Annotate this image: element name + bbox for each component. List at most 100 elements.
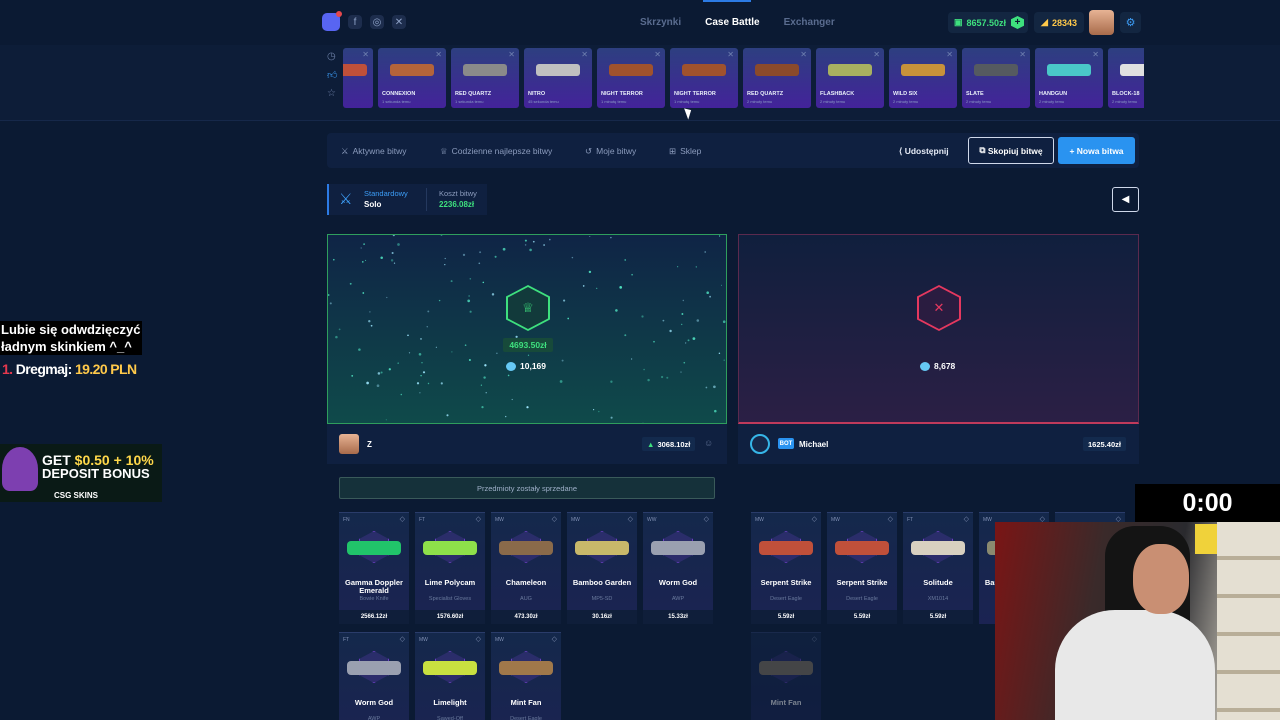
item-card[interactable]: ◇ Mint Fan (751, 632, 821, 720)
item-image (423, 661, 477, 675)
gems-left-value: 10,169 (520, 361, 546, 371)
coins-display[interactable]: ◢ 28343 (1034, 12, 1084, 33)
star-dot (333, 258, 335, 261)
x-icon[interactable]: ✕ (392, 15, 406, 29)
close-icon[interactable]: ✕ (1019, 50, 1026, 59)
item-card[interactable]: MW ◇ Chameleon AUG 473.30zł (491, 512, 561, 624)
drop-card[interactable]: ✕ CONNEXION 1 sekunda temu (378, 48, 446, 108)
deposit-plus-icon[interactable]: + (1011, 16, 1024, 29)
new-battle-button[interactable]: + Nowa bitwa (1058, 137, 1135, 164)
star-dot (714, 409, 717, 413)
clock-icon[interactable]: ◷ (327, 51, 337, 62)
webcam-overlay (995, 522, 1280, 720)
drop-card[interactable]: ✕ NIGHT TERROR 1 minutę temu (597, 48, 665, 108)
star-dot (677, 266, 679, 268)
player-value-text: 1625.40zł (1088, 439, 1121, 449)
item-image (499, 541, 553, 555)
close-icon[interactable]: ✕ (873, 50, 880, 59)
emoji-icon[interactable]: ☺ (704, 438, 713, 448)
item-card[interactable]: MW ◇ Bamboo Garden MP5-SD 30.16zł (567, 512, 637, 624)
drop-card[interactable]: ✕ WILD SIX 2 minuty temu (889, 48, 957, 108)
close-icon[interactable]: ✕ (946, 50, 953, 59)
item-card[interactable]: MW ◇ Serpent Strike Desert Eagle 5.59zł (751, 512, 821, 624)
item-card[interactable]: MW ◇ Limelight Sawed-Off (415, 632, 485, 720)
star-dot (386, 296, 388, 299)
tab-skrzynki[interactable]: Skrzynki (640, 17, 681, 28)
star-dot (630, 358, 633, 360)
daily-best-link[interactable]: ♕ Codzienne najlepsze bitwy (440, 146, 552, 157)
star-dot (361, 261, 364, 263)
drop-card[interactable]: ✕ (343, 48, 373, 108)
drop-card[interactable]: ✕ NIGHT TERROR 1 minutę temu (670, 48, 738, 108)
close-icon[interactable]: ✕ (508, 50, 515, 59)
star-dot (438, 299, 441, 302)
drop-card[interactable]: ✕ RED QUARTZ 1 sekunda temu (451, 48, 519, 108)
drop-card[interactable]: ✕ SLATE 2 minuty temu (962, 48, 1030, 108)
star-dot (446, 414, 449, 417)
close-icon[interactable]: ✕ (362, 50, 369, 59)
item-card[interactable]: FT ◇ Lime Polycam Specialist Gloves 1576.60z… (415, 512, 485, 624)
my-battles-link[interactable]: ↺ Moje bitwy (585, 146, 636, 157)
item-type: AWP (367, 716, 381, 720)
social-links: f ◎ ✕ (322, 11, 406, 31)
close-icon[interactable]: ✕ (654, 50, 661, 59)
star-dot (478, 262, 481, 265)
item-card[interactable]: WW ◇ Worm God AWP 15.33zł (643, 512, 713, 624)
drop-card[interactable]: ✕ NITRO 45 sekunda temu (524, 48, 592, 108)
drops-list: ✕ ✕ CONNEXION 1 sekunda temu ✕ RED QUARTZ 1 se… (343, 48, 1144, 108)
item-price: 473.30zł (491, 610, 561, 624)
facebook-icon[interactable]: f (348, 15, 362, 29)
star-dot (440, 235, 443, 236)
share-button[interactable]: ⟨ Udostępnij (899, 146, 949, 157)
star-dot (643, 368, 645, 371)
tab-case-battle[interactable]: Case Battle (705, 17, 759, 28)
avatar[interactable] (339, 434, 359, 454)
copy-icon: ⧉ (979, 145, 988, 155)
swords-icon: ⚔ (339, 191, 353, 208)
item-card[interactable]: FN ◇ Gamma Doppler Emerald Bowie Knife 2566.… (339, 512, 409, 624)
star-dot (435, 346, 437, 348)
instagram-icon[interactable]: ◎ (370, 15, 384, 29)
star-dot (720, 284, 723, 286)
star-icon[interactable]: ☆ (327, 88, 337, 99)
item-card[interactable]: MW ◇ Mint Fan Desert Eagle (491, 632, 561, 720)
star-dot (376, 384, 380, 388)
drop-card[interactable]: ✕ RED QUARTZ 2 minuty temu (743, 48, 811, 108)
drop-card[interactable]: ✕BLOCK-182 minuty temu (1108, 48, 1144, 108)
star-dot (484, 364, 487, 367)
shop-link[interactable]: ⊞ Sklep (669, 146, 701, 157)
win-amount: 4693.50zł (503, 338, 553, 352)
weapon-image (609, 64, 653, 76)
gear-icon[interactable]: ⚙ (1120, 12, 1141, 33)
drop-card[interactable]: ✕ HANDGUN 2 minuty temu (1035, 48, 1103, 108)
drop-card[interactable]: ✕ FLASHBACK 2 minuty temu (816, 48, 884, 108)
item-card[interactable]: FT ◇ Worm God AWP (339, 632, 409, 720)
player-value: 1625.40zł (1083, 437, 1126, 451)
star-dot (559, 380, 563, 383)
star-dot (529, 248, 532, 252)
weapon-image (974, 64, 1018, 76)
star-dot (366, 381, 369, 385)
item-price: 5.59zł (827, 610, 897, 624)
balance-display[interactable]: ▣ 8657.50zł + (948, 12, 1028, 33)
thumbs-up-icon[interactable]: 👍︎ (327, 69, 337, 81)
close-icon[interactable]: ✕ (1092, 50, 1099, 59)
close-icon[interactable]: ✕ (800, 50, 807, 59)
close-icon[interactable]: ✕ (727, 50, 734, 59)
item-card[interactable]: MW ◇ Serpent Strike Desert Eagle 5.59zł (827, 512, 897, 624)
sound-toggle-icon[interactable]: ◀ (1112, 187, 1139, 212)
drop-name: RED QUARTZ (455, 91, 492, 97)
active-battles-link[interactable]: ⚔ Aktywne bitwy (341, 146, 406, 157)
close-icon[interactable]: ✕ (581, 50, 588, 59)
item-card[interactable]: FT ◇ Solitude XM1014 5.59zł (903, 512, 973, 624)
weapon-image (1120, 64, 1144, 76)
tab-exchanger[interactable]: Exchanger (784, 17, 835, 28)
user-avatar[interactable] (1089, 10, 1114, 35)
star-dot (397, 243, 400, 246)
discord-icon[interactable] (322, 11, 342, 31)
close-icon[interactable]: ✕ (435, 50, 442, 59)
item-name: Gamma Doppler Emerald (345, 578, 403, 595)
star-dot (450, 280, 453, 283)
daily-best-label: Codzienne najlepsze bitwy (451, 146, 553, 156)
copy-battle-button[interactable]: ⧉ Skopiuj bitwę (968, 137, 1054, 164)
